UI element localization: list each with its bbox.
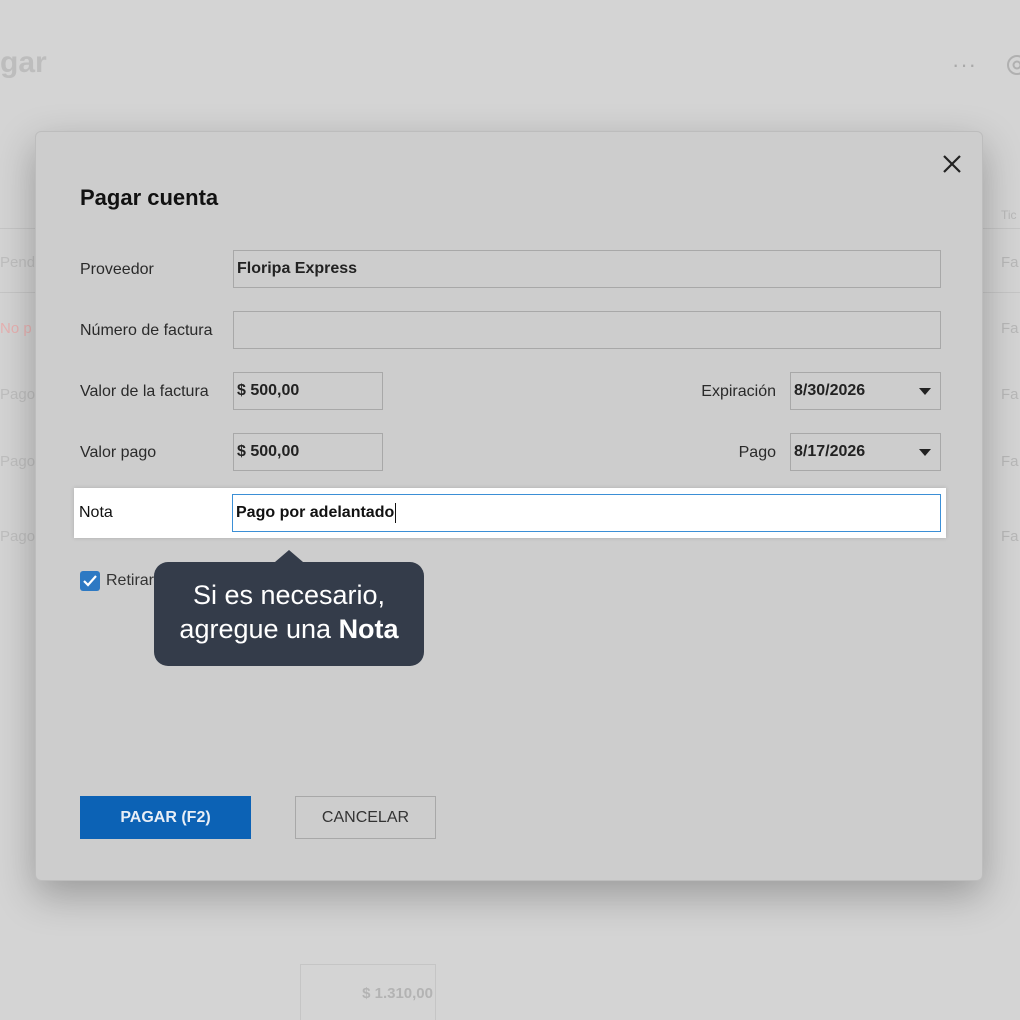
note-row-highlight: Nota Pago por adelantado (74, 488, 946, 538)
note-value: Pago por adelantado (236, 504, 395, 521)
supplier-label: Proveedor (80, 261, 154, 278)
table-header-cell: Tic (1001, 208, 1017, 222)
supplier-field[interactable]: Floripa Express (233, 250, 941, 288)
total-cell: $ 1.310,00 (300, 964, 436, 1020)
table-cell-status: Pago (0, 386, 36, 403)
expiration-date-value: 8/30/2026 (794, 382, 866, 399)
note-input[interactable]: Pago por adelantado (232, 494, 941, 532)
expiration-label: Expiración (701, 383, 776, 400)
table-cell-status: No p (0, 320, 32, 337)
checkmark-icon (83, 575, 97, 587)
gear-icon[interactable] (1004, 52, 1020, 78)
invoice-value-field[interactable]: $ 500,00 (233, 372, 383, 410)
chevron-down-icon (919, 388, 931, 395)
tooltip-line-2: agregue una Nota (154, 612, 424, 646)
table-cell-status: Pago (0, 528, 36, 545)
table-cell-type: Fa (1001, 254, 1019, 271)
chevron-down-icon (919, 449, 931, 456)
tooltip-arrow (275, 550, 303, 562)
invoice-value-label: Valor de la factura (80, 383, 209, 400)
table-cell-type: Fa (1001, 320, 1019, 337)
dialog-title: Pagar cuenta (80, 185, 219, 210)
hint-tooltip: Si es necesario, agregue una Nota (154, 550, 424, 666)
payment-value-label: Valor pago (80, 444, 157, 461)
withdraw-checkbox[interactable] (80, 571, 100, 591)
text-cursor (395, 502, 397, 523)
payment-date-label: Pago (738, 444, 776, 461)
table-cell-type: Fa (1001, 528, 1019, 545)
table-cell-status: Pago (0, 453, 36, 470)
note-label: Nota (79, 504, 113, 521)
more-options-icon[interactable]: ··· (952, 52, 977, 78)
withdraw-label: Retirar (106, 572, 155, 589)
cancel-button[interactable]: CANCELAR (295, 796, 436, 839)
pay-button[interactable]: PAGAR (F2) (80, 796, 251, 839)
tooltip-emphasis: Nota (338, 614, 399, 644)
payment-value-field[interactable]: $ 500,00 (233, 433, 383, 471)
payment-date-value: 8/17/2026 (794, 443, 866, 460)
invoice-number-field[interactable] (233, 311, 941, 349)
tooltip-line-1: Si es necesario, (192, 580, 386, 610)
payment-date-select[interactable]: 8/17/2026 (790, 433, 941, 471)
page-title: gar (0, 46, 47, 79)
expiration-date-select[interactable]: 8/30/2026 (790, 372, 941, 410)
invoice-number-label: Número de factura (80, 322, 213, 339)
close-icon[interactable] (940, 152, 964, 176)
table-cell-type: Fa (1001, 386, 1019, 403)
total-value: $ 1.310,00 (362, 985, 433, 1002)
table-cell-status: Pend (0, 254, 36, 271)
table-cell-type: Fa (1001, 453, 1019, 470)
tooltip-text: agregue una (179, 614, 339, 644)
